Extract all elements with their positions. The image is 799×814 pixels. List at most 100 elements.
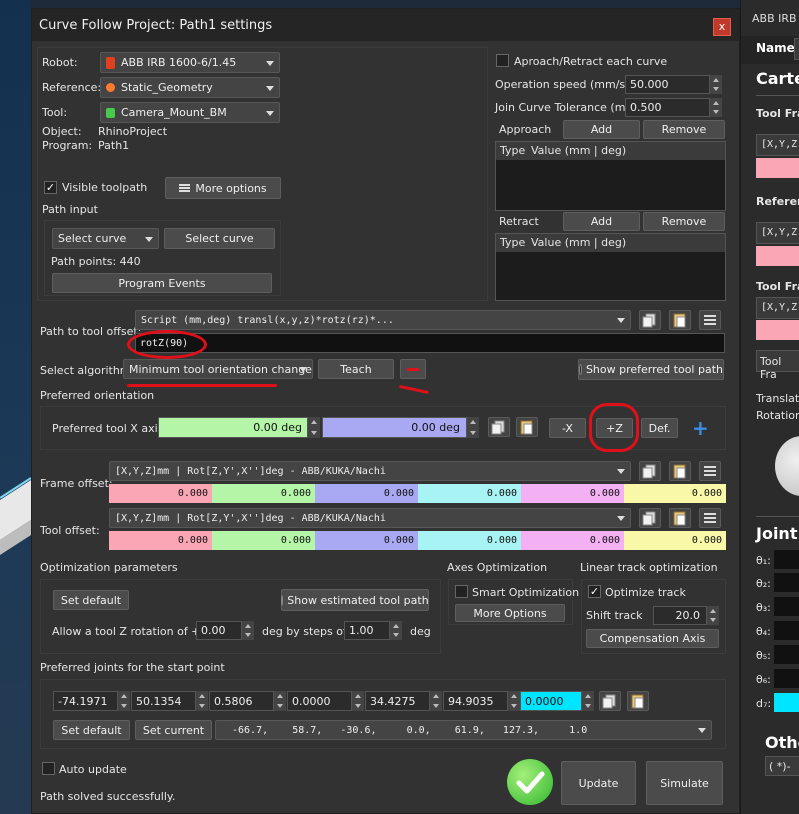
side-reference-field[interactable]: [X,Y,Z	[756, 222, 799, 244]
smart-optimization-checkbox[interactable]	[455, 585, 468, 598]
side-tool-frame-field[interactable]: [X,Y,Z	[756, 134, 799, 156]
auto-update-checkbox[interactable]	[42, 762, 55, 775]
joint-1-spinner[interactable]	[117, 691, 130, 711]
joints-set-default-button[interactable]: Set default	[53, 720, 130, 740]
allow-rotation-spinner[interactable]	[241, 621, 254, 640]
operation-speed-input[interactable]: 50.000	[625, 75, 722, 94]
frame-offset-format-select[interactable]: [X,Y,Z]mm | Rot[Z,Y',X'']deg - ABB/KUKA/…	[109, 461, 631, 481]
joint-6-spinner[interactable]	[507, 691, 520, 711]
side-j5-field[interactable]	[774, 645, 799, 664]
frame-offset-ry[interactable]: 0.000	[521, 484, 624, 503]
frame-offset-z[interactable]: 0.000	[315, 484, 418, 503]
show-preferred-toolpath-button[interactable]: Show preferred tool path	[578, 359, 724, 380]
optimize-track-checkbox[interactable]: ✓	[588, 585, 601, 598]
show-estimated-toolpath-button[interactable]: Show estimated tool path	[281, 589, 429, 611]
simulate-button[interactable]: Simulate	[646, 761, 723, 805]
preferred-angle2-input[interactable]: 0.00 deg	[322, 417, 467, 438]
joint-7-spinner[interactable]	[581, 691, 594, 711]
side-j2-field[interactable]	[774, 573, 799, 592]
more-options-button[interactable]: More options	[165, 177, 281, 199]
joint-3-spinner[interactable]	[273, 691, 286, 711]
tool-offset-rx[interactable]: 0.000	[624, 531, 726, 550]
side-j1-field[interactable]	[774, 550, 799, 569]
more-options-axes-button[interactable]: More Options	[455, 604, 565, 622]
path-points-text: Path points: 440	[51, 255, 141, 268]
paste-icon[interactable]	[669, 461, 691, 481]
shift-track-spinner[interactable]	[706, 606, 719, 625]
paste-icon[interactable]	[627, 691, 649, 711]
close-button[interactable]: x	[713, 18, 731, 36]
tool-select[interactable]: Camera_Mount_BM	[100, 102, 280, 123]
frame-offset-rz[interactable]: 0.000	[418, 484, 521, 503]
frame-offset-x[interactable]: 0.000	[109, 484, 212, 503]
remove-teach-button[interactable]	[400, 359, 426, 379]
program-events-button[interactable]: Program Events	[52, 273, 272, 293]
side-other-field[interactable]: ( *)-	[765, 756, 799, 776]
select-curve-button[interactable]: Select curve	[164, 228, 275, 249]
update-button[interactable]: Update	[561, 761, 636, 805]
paste-icon[interactable]	[669, 310, 691, 330]
reference-select[interactable]: Static_Geometry	[100, 77, 280, 98]
offset-value-input[interactable]: rotZ(90)	[135, 333, 725, 353]
side-tool-frame2-field[interactable]: [X,Y,Z	[756, 297, 799, 319]
teach-button[interactable]: Teach	[318, 359, 394, 379]
join-tolerance-spinner[interactable]	[709, 98, 722, 117]
side-name-field[interactable]	[794, 38, 799, 60]
approach-retract-checkbox[interactable]	[496, 54, 509, 67]
frame-offset-rx[interactable]: 0.000	[624, 484, 726, 503]
joints-set-current-button[interactable]: Set current	[135, 720, 212, 740]
approach-add-button[interactable]: Add	[563, 120, 640, 139]
joint-5-spinner[interactable]	[429, 691, 442, 711]
copy-icon[interactable]	[488, 417, 510, 437]
joint-4-spinner[interactable]	[351, 691, 364, 711]
compensation-axis-button[interactable]: Compensation Axis	[586, 629, 719, 648]
joint-2-spinner[interactable]	[195, 691, 208, 711]
joint-7-input[interactable]: 0.0000	[520, 691, 582, 711]
paste-icon[interactable]	[669, 508, 691, 528]
visible-toolpath-checkbox[interactable]: ✓	[44, 181, 57, 194]
steps-spinner[interactable]	[389, 621, 402, 640]
tool-offset-z[interactable]: 0.000	[315, 531, 418, 550]
preferred-joints-heading: Preferred joints for the start point	[40, 661, 225, 674]
menu-icon[interactable]	[699, 310, 721, 330]
join-tolerance-input[interactable]: 0.500	[625, 98, 722, 117]
menu-icon[interactable]	[699, 461, 721, 481]
robot-select[interactable]: ABB IRB 1600-6/1.45	[100, 52, 280, 73]
tool-offset-rz[interactable]: 0.000	[418, 531, 521, 550]
operation-speed-spinner[interactable]	[709, 75, 722, 94]
tool-offset-y[interactable]: 0.000	[212, 531, 315, 550]
preferred-angle1-spinner[interactable]	[307, 417, 320, 438]
paste-icon[interactable]	[516, 417, 538, 437]
preferred-angle1-input[interactable]: 0.00 deg	[158, 417, 309, 438]
algorithm-select[interactable]: Minimum tool orientation change	[123, 359, 313, 379]
optimization-set-default-button[interactable]: Set default	[53, 590, 129, 610]
tool-offset-format-select[interactable]: [X,Y,Z]mm | Rot[Z,Y',X'']deg - ABB/KUKA/…	[109, 508, 631, 528]
copy-icon[interactable]	[639, 508, 661, 528]
preferred-angle2-spinner[interactable]	[466, 417, 479, 438]
tool-offset-x[interactable]: 0.000	[109, 531, 212, 550]
copy-icon[interactable]	[639, 310, 661, 330]
current-joints-select[interactable]: -66.7, 58.7, -30.6, 0.0, 61.9, 127.3, 1.…	[215, 720, 712, 740]
tool-offset-ry[interactable]: 0.000	[521, 531, 624, 550]
select-curve-combo[interactable]: Select curve	[52, 228, 159, 249]
add-icon[interactable]: +	[692, 416, 709, 440]
copy-icon[interactable]	[599, 691, 621, 711]
retract-remove-button[interactable]: Remove	[643, 212, 725, 231]
allow-rotation-input[interactable]: 0.00	[196, 621, 242, 640]
frame-offset-y[interactable]: 0.000	[212, 484, 315, 503]
menu-icon[interactable]	[699, 508, 721, 528]
default-orientation-button[interactable]: Def.	[641, 418, 678, 438]
side-tool-frame3-button[interactable]: Tool Fra	[756, 350, 799, 381]
offset-script-select[interactable]: Script (mm,deg) transl(x,y,z)*rotz(rz)*.…	[135, 310, 631, 330]
side-j6-field[interactable]	[774, 669, 799, 688]
steps-input[interactable]: 1.00	[344, 621, 390, 640]
copy-icon[interactable]	[639, 461, 661, 481]
side-j3-field[interactable]	[774, 597, 799, 616]
side-j4-field[interactable]	[774, 621, 799, 640]
side-d7-field[interactable]	[774, 693, 799, 712]
approach-remove-button[interactable]: Remove	[643, 120, 725, 139]
chevron-down-icon	[617, 516, 625, 521]
retract-add-button[interactable]: Add	[563, 212, 640, 231]
minus-x-button[interactable]: -X	[549, 418, 586, 438]
side-joystick[interactable]	[775, 436, 799, 496]
